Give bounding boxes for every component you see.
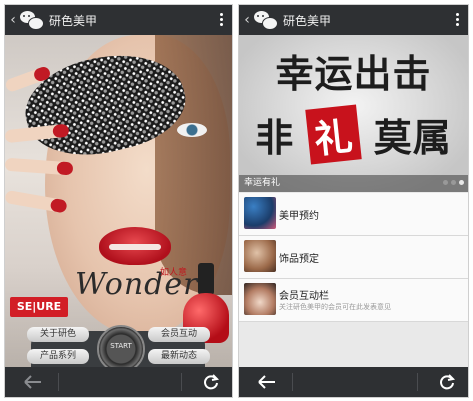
menu-item-label: 会员互动栏 <box>279 291 329 302</box>
nav-products-button[interactable]: 产品系列 <box>27 349 89 364</box>
banner-line-2-right: 莫属 <box>373 116 452 160</box>
brand-badge: SE|URE <box>10 297 68 317</box>
menu-item-label: 饰品预定 <box>279 254 319 265</box>
menu-item-appointment[interactable]: 美甲预约 <box>239 193 468 236</box>
wechat-icon <box>19 10 45 30</box>
wechat-icon <box>253 10 279 30</box>
promo-banner[interactable]: 幸运出击 非 礼 莫属 幸运有礼 <box>239 35 468 192</box>
thumbnail-image <box>244 197 276 229</box>
banner-red-tag: 礼 <box>305 104 363 165</box>
model-eye <box>177 123 207 137</box>
carousel-dot[interactable] <box>443 180 448 185</box>
banner-line-2-left: 非 <box>255 116 295 160</box>
top-bar: ‹ 研色美甲 <box>239 5 468 35</box>
back-arrow-icon[interactable] <box>23 374 43 390</box>
menu-item-accessories[interactable]: 饰品预定 <box>239 236 468 279</box>
nav-member-button[interactable]: 会员互动 <box>148 327 210 342</box>
page-title: 研色美甲 <box>283 13 332 28</box>
page-title: 研色美甲 <box>49 13 98 28</box>
divider <box>181 373 182 391</box>
phone-screen-left: ‹ 研色美甲 Wonder 如人意 SE|URE 关于研色 会员互动 产品系列 … <box>4 4 233 398</box>
poster-image: Wonder 如人意 SE|URE 关于研色 会员互动 产品系列 最新动态 ST… <box>5 35 232 367</box>
menu-item-subtext: 关注研色美甲的会员可在此发表意见 <box>279 303 391 311</box>
more-icon[interactable] <box>220 13 224 27</box>
menu-item-label: 美甲预约 <box>279 211 319 222</box>
phone-screen-right: ‹ 研色美甲 幸运出击 非 礼 莫属 幸运有礼 美甲预约 饰品预定 会员互动栏 … <box>238 4 469 398</box>
carousel-dot-active[interactable] <box>459 180 464 185</box>
chevron-left-icon[interactable]: ‹ <box>8 5 18 35</box>
refresh-icon[interactable] <box>202 373 220 391</box>
banner-line-2: 非 礼 莫属 <box>239 104 468 165</box>
carousel-dot[interactable] <box>451 180 456 185</box>
banner-line-1: 幸运出击 <box>275 52 432 96</box>
top-bar: ‹ 研色美甲 <box>5 5 232 35</box>
nav-about-button[interactable]: 关于研色 <box>27 327 89 342</box>
start-button[interactable]: START <box>97 325 145 367</box>
menu-item-member[interactable]: 会员互动栏 关注研色美甲的会员可在此发表意见 <box>239 279 468 322</box>
more-icon[interactable] <box>456 13 460 27</box>
back-arrow-icon[interactable] <box>257 374 277 390</box>
thumbnail-image <box>244 283 276 315</box>
refresh-icon[interactable] <box>438 373 456 391</box>
chevron-left-icon[interactable]: ‹ <box>242 5 252 35</box>
divider <box>292 373 293 391</box>
bottom-bar <box>239 367 468 397</box>
bottom-bar <box>5 367 232 397</box>
banner-caption: 幸运有礼 <box>239 175 468 192</box>
thumbnail-image <box>244 240 276 272</box>
start-label: START <box>110 342 132 350</box>
divider <box>417 373 418 391</box>
nav-news-button[interactable]: 最新动态 <box>148 349 210 364</box>
red-lips <box>99 227 171 265</box>
divider <box>58 373 59 391</box>
